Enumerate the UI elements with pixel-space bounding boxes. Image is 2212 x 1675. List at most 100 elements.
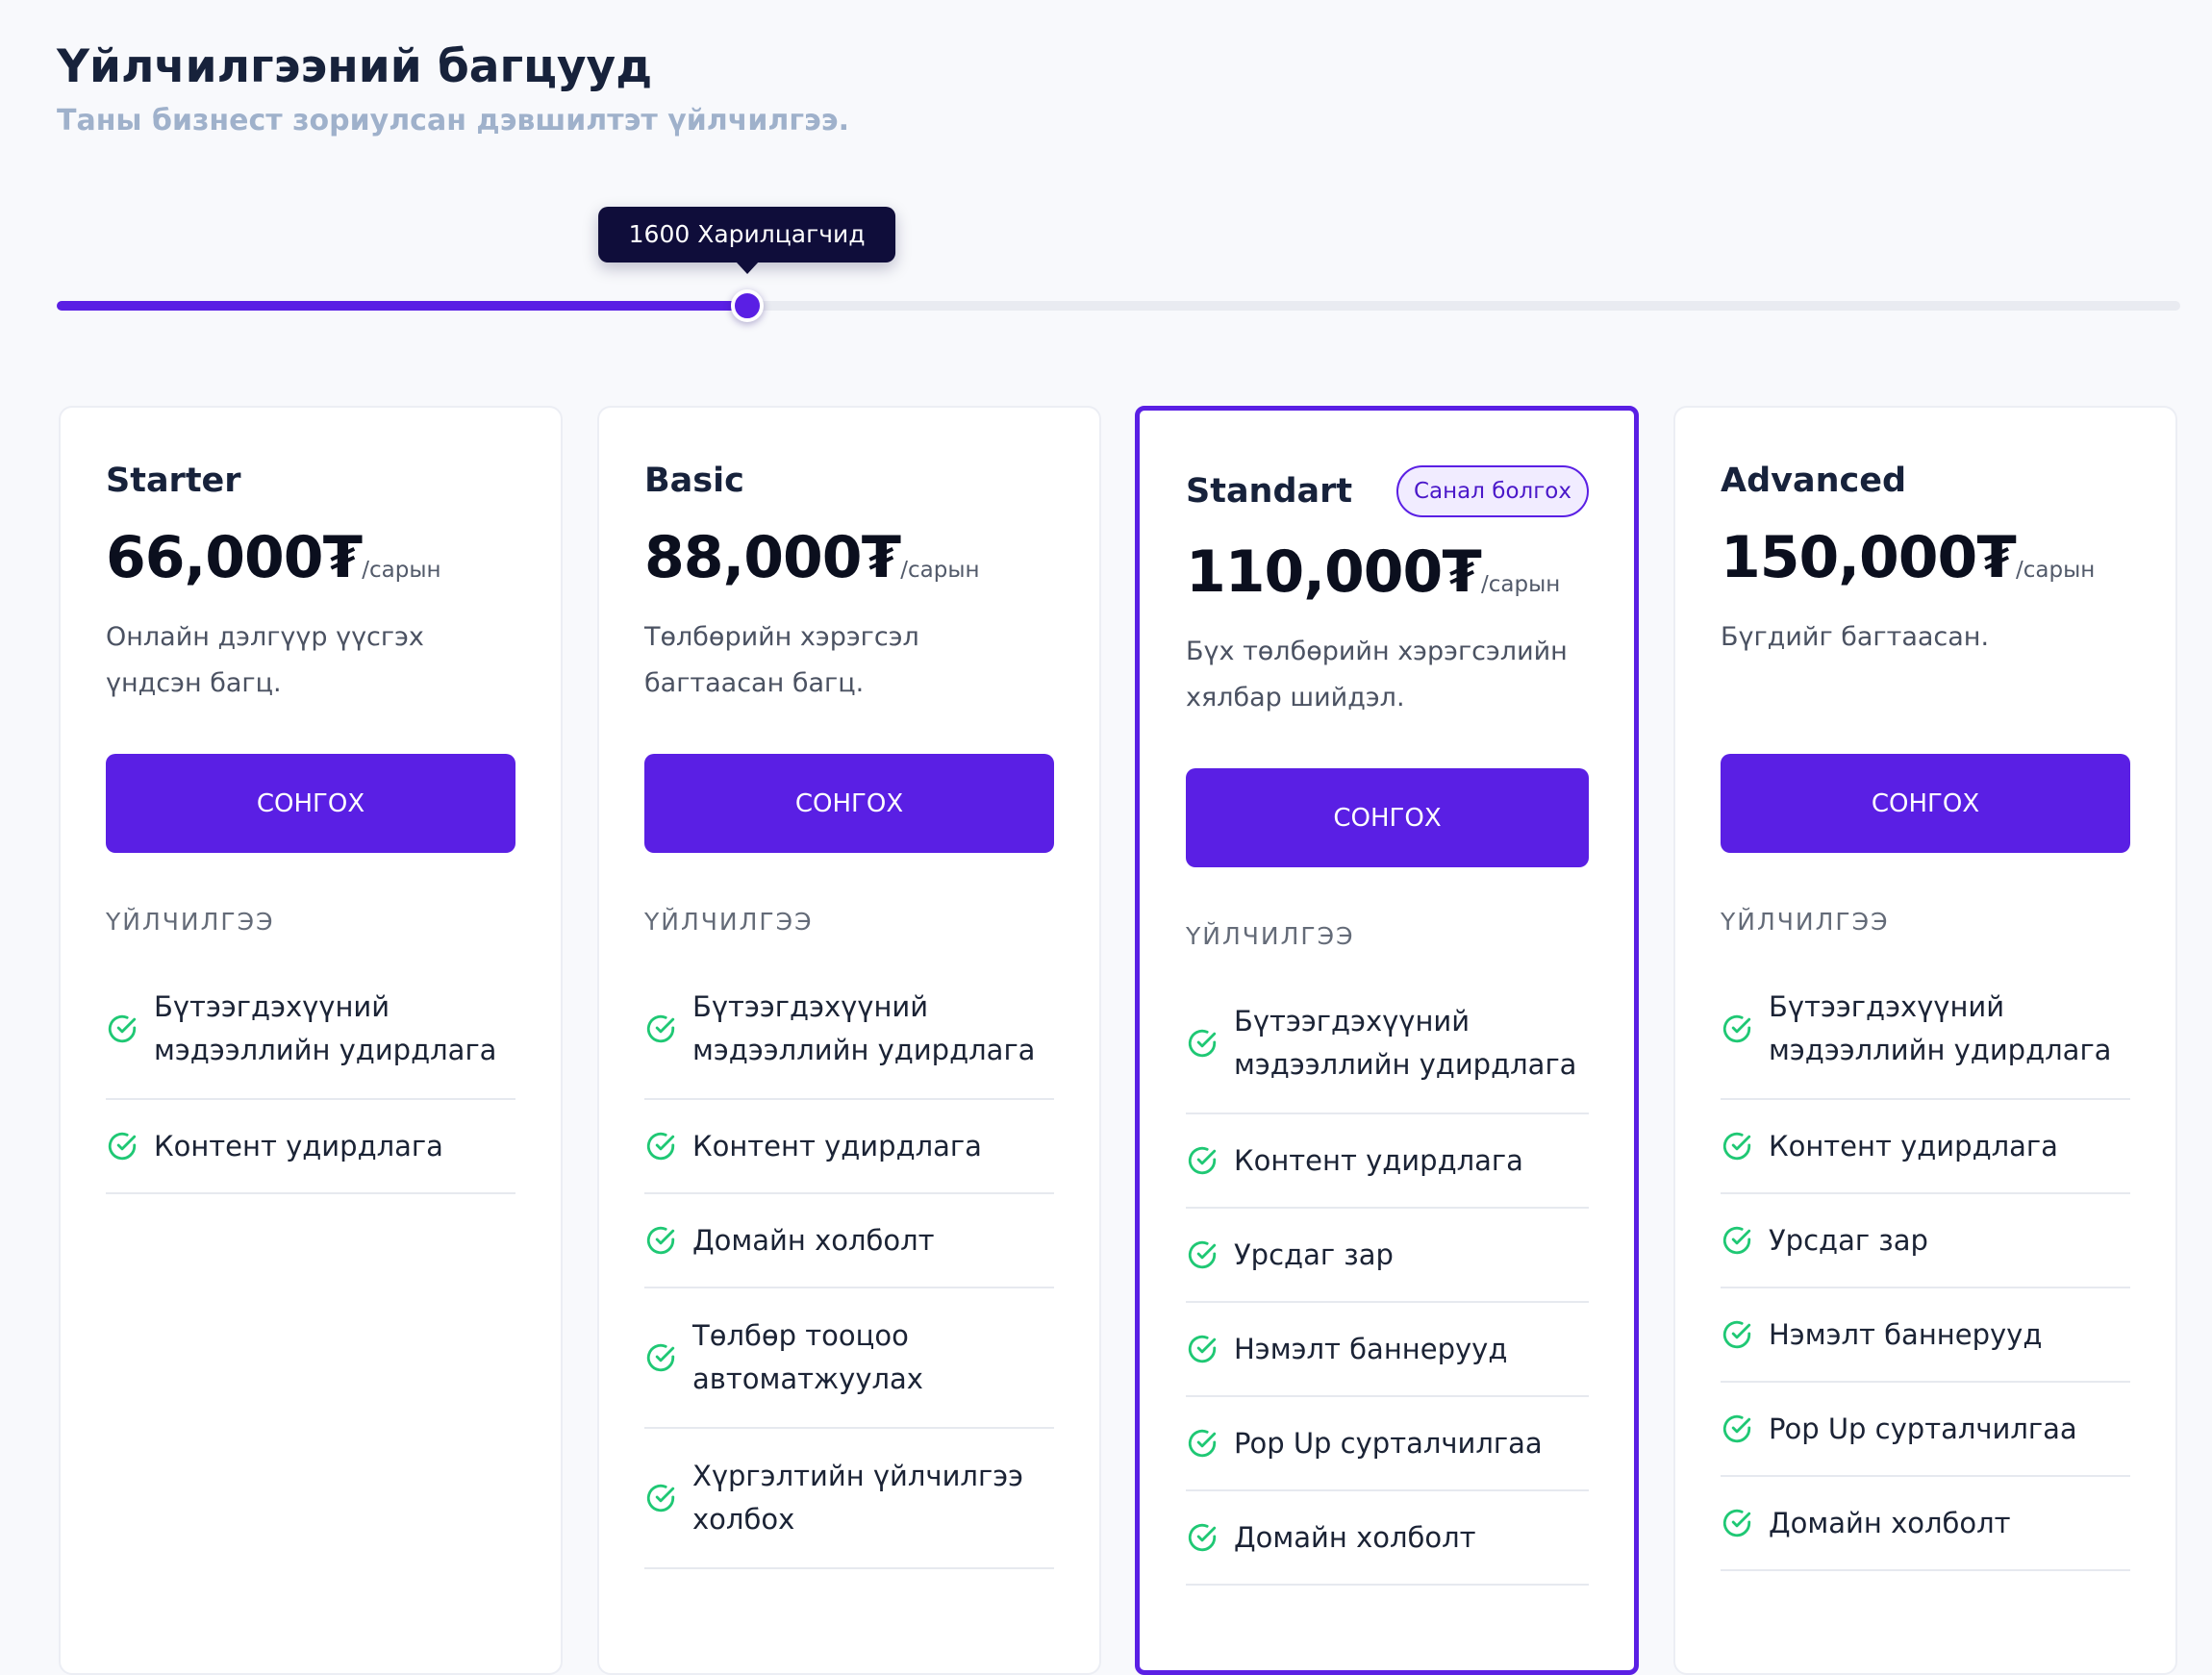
plan-card-starter: Starter 66,000₮/сарын Онлайн дэлгүүр үүс…: [59, 406, 563, 1675]
pricing-cards: Starter 66,000₮/сарын Онлайн дэлгүүр үүс…: [59, 406, 2179, 1675]
plan-price-row: 66,000₮/сарын: [106, 524, 515, 591]
feature-item: Домайн холболт: [1186, 1491, 1589, 1586]
feature-item: Pop Up сурталчилгаа: [1721, 1383, 2130, 1477]
feature-label: Контент удирдлага: [692, 1129, 982, 1162]
feature-label: Нэмэлт баннерууд: [1769, 1317, 2043, 1351]
plan-card-basic: Basic 88,000₮/сарын Төлбөрийн хэрэгсэл б…: [597, 406, 1101, 1675]
plan-price: 66,000₮: [106, 524, 363, 591]
feature-item: Домайн холболт: [1721, 1477, 2130, 1571]
feature-item: Домайн холболт: [644, 1194, 1054, 1288]
feature-item: Урсдаг зар: [1721, 1194, 2130, 1288]
feature-item: Нэмэлт баннерууд: [1186, 1303, 1589, 1397]
feature-label: Нэмэлт баннерууд: [1234, 1332, 1508, 1365]
plan-description: Онлайн дэлгүүр үүсгэх үндсэн багц.: [106, 622, 424, 698]
check-circle-icon: [1188, 1335, 1217, 1363]
feature-item: Бүтээгдэхүүний мэдээллийн удирдлага: [644, 960, 1054, 1100]
services-label: ҮЙЛЧИЛГЭЭ: [644, 908, 814, 936]
feature-label: Урсдаг зар: [1769, 1223, 1928, 1257]
feature-item: Контент удирдлага: [106, 1100, 515, 1194]
plan-description: Төлбөрийн хэрэгсэл багтаасан багц.: [644, 622, 919, 698]
feature-label: Урсдаг зар: [1234, 1238, 1394, 1271]
select-plan-button[interactable]: СОНГОХ: [1721, 754, 2130, 853]
plan-price: 150,000₮: [1721, 524, 2017, 591]
feature-label: Pop Up сурталчилгаа: [1769, 1412, 2077, 1445]
feature-item: Контент удирдлага: [1186, 1114, 1589, 1209]
feature-list: Бүтээгдэхүүний мэдээллийн удирдлага Конт…: [1186, 974, 1589, 1586]
feature-item: Хүргэлтийн үйлчилгээ холбох: [644, 1429, 1054, 1569]
page-title: Үйлчилгээний багцууд: [57, 40, 653, 93]
plan-card-standart: Standart Санал болгох 110,000₮/сарын Бүх…: [1135, 406, 1639, 1675]
slider-handle[interactable]: [730, 289, 764, 322]
check-circle-icon: [1722, 1509, 1751, 1538]
plan-description: Бүгдийг багтаасан.: [1721, 622, 1990, 652]
plan-description: Бүх төлбөрийн хэрэгсэлийн хялбар шийдэл.: [1186, 637, 1568, 712]
feature-label: Домайн холболт: [1769, 1506, 2011, 1539]
feature-item: Контент удирдлага: [644, 1100, 1054, 1194]
feature-label: Домайн холболт: [1234, 1520, 1476, 1554]
check-circle-icon: [1722, 1320, 1751, 1349]
services-label: ҮЙЛЧИЛГЭЭ: [1721, 908, 1890, 936]
check-circle-icon: [1188, 1523, 1217, 1552]
feature-item: Pop Up сурталчилгаа: [1186, 1397, 1589, 1491]
check-circle-icon: [646, 1014, 675, 1043]
plan-price-row: 88,000₮/сарын: [644, 524, 1054, 591]
check-circle-icon: [646, 1484, 675, 1512]
feature-label: Хүргэлтийн үйлчилгээ холбох: [692, 1460, 1024, 1536]
feature-label: Төлбөр тооцоо автоматжуулах: [692, 1319, 923, 1395]
select-plan-button[interactable]: СОНГОХ: [644, 754, 1054, 853]
plan-card-advanced: Advanced 150,000₮/сарын Бүгдийг багтааса…: [1673, 406, 2177, 1675]
feature-label: Бүтээгдэхүүний мэдээллийн удирдлага: [1769, 990, 2112, 1066]
check-circle-icon: [108, 1132, 137, 1161]
plan-period: /сарын: [2016, 558, 2096, 583]
feature-label: Pop Up сурталчилгаа: [1234, 1426, 1543, 1460]
feature-item: Контент удирдлага: [1721, 1100, 2130, 1194]
select-plan-button[interactable]: СОНГОХ: [106, 754, 515, 853]
plan-price-row: 150,000₮/сарын: [1721, 524, 2130, 591]
customer-count-slider[interactable]: 1600 Харилцагчид: [57, 207, 2180, 322]
check-circle-icon: [1188, 1240, 1217, 1269]
recommended-badge: Санал болгох: [1395, 465, 1589, 517]
plan-period: /сарын: [900, 558, 980, 583]
check-circle-icon: [1722, 1132, 1751, 1161]
feature-label: Бүтээгдэхүүний мэдээллийн удирдлага: [1234, 1005, 1577, 1081]
page-subtitle: Таны бизнест зориулсан дэвшилтэт үйлчилг…: [57, 104, 849, 138]
feature-list: Бүтээгдэхүүний мэдээллийн удирдлага Конт…: [644, 960, 1054, 1569]
slider-fill: [57, 301, 747, 311]
feature-label: Домайн холболт: [692, 1223, 935, 1257]
feature-item: Урсдаг зар: [1186, 1209, 1589, 1303]
plan-name: Starter: [106, 462, 241, 500]
check-circle-icon: [646, 1343, 675, 1372]
check-circle-icon: [108, 1014, 137, 1043]
feature-label: Контент удирдлага: [154, 1129, 443, 1162]
feature-list: Бүтээгдэхүүний мэдээллийн удирдлага Конт…: [1721, 960, 2130, 1571]
check-circle-icon: [1722, 1226, 1751, 1255]
feature-item: Нэмэлт баннерууд: [1721, 1288, 2130, 1383]
plan-price: 88,000₮: [644, 524, 901, 591]
feature-label: Контент удирдлага: [1769, 1129, 2058, 1162]
slider-value-tooltip: 1600 Харилцагчид: [597, 207, 896, 274]
feature-item: Бүтээгдэхүүний мэдээллийн удирдлага: [1186, 974, 1589, 1114]
feature-label: Бүтээгдэхүүний мэдээллийн удирдлага: [154, 990, 497, 1066]
feature-item: Төлбөр тооцоо автоматжуулах: [644, 1288, 1054, 1429]
feature-label: Контент удирдлага: [1234, 1143, 1523, 1177]
check-circle-icon: [1188, 1429, 1217, 1458]
check-circle-icon: [1722, 1014, 1751, 1043]
check-circle-icon: [646, 1226, 675, 1255]
feature-label: Бүтээгдэхүүний мэдээллийн удирдлага: [692, 990, 1036, 1066]
services-label: ҮЙЛЧИЛГЭЭ: [106, 908, 275, 936]
plan-name: Advanced: [1721, 462, 1907, 500]
plan-price: 110,000₮: [1186, 538, 1482, 606]
check-circle-icon: [1188, 1146, 1217, 1175]
select-plan-button[interactable]: СОНГОХ: [1186, 768, 1589, 867]
check-circle-icon: [1188, 1029, 1217, 1058]
services-label: ҮЙЛЧИЛГЭЭ: [1186, 922, 1355, 950]
feature-list: Бүтээгдэхүүний мэдээллийн удирдлага Конт…: [106, 960, 515, 1194]
plan-price-row: 110,000₮/сарын: [1186, 538, 1589, 606]
plan-name: Basic: [644, 462, 744, 500]
plan-period: /сарын: [362, 558, 441, 583]
check-circle-icon: [646, 1132, 675, 1161]
plan-name: Standart: [1186, 472, 1353, 511]
plan-period: /сарын: [1481, 572, 1561, 597]
feature-item: Бүтээгдэхүүний мэдээллийн удирдлага: [106, 960, 515, 1100]
check-circle-icon: [1722, 1414, 1751, 1443]
